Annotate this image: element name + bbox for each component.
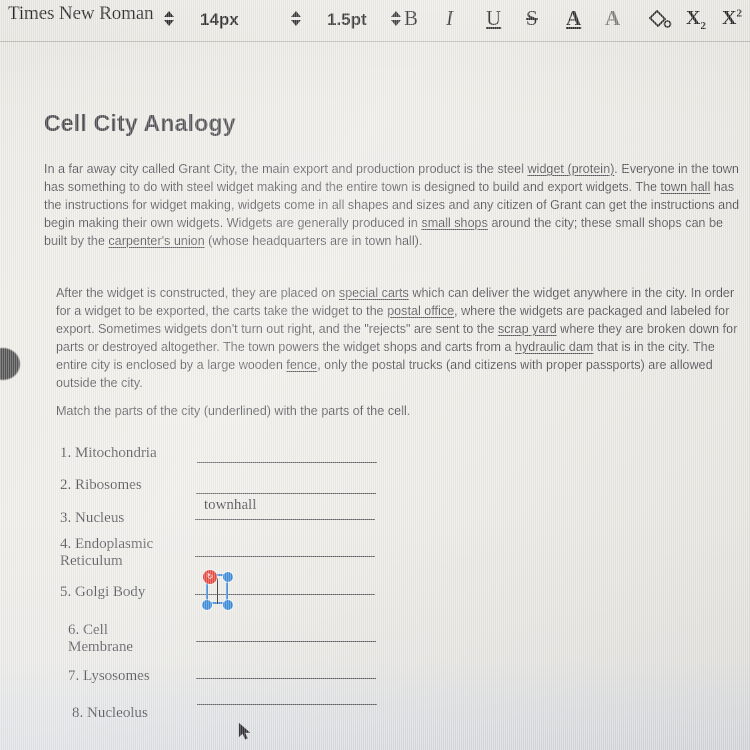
p2-underlined-scrap-yard: scrap yard	[497, 322, 557, 336]
chevron-up-icon	[390, 10, 401, 17]
list-item-7: 7. Lysosomes	[68, 668, 150, 684]
chevron-up-icon	[290, 10, 301, 17]
answer-text-3[interactable]: townhall	[204, 497, 257, 514]
p1-text-a: In a far away city called Grant City, th…	[44, 162, 528, 176]
chevron-down-icon	[290, 19, 301, 26]
superscript-index: 2	[736, 7, 742, 20]
selection-stem	[216, 578, 218, 604]
paragraph-2: After the widget is constructed, they ar…	[56, 284, 746, 392]
p1-underlined-carpenters-union: carpenter's union	[108, 234, 205, 248]
superscript-button[interactable]: X2	[722, 8, 742, 28]
italic-button[interactable]: I	[446, 8, 453, 29]
rotate-handle-icon[interactable]: ↻	[203, 570, 217, 584]
font-family-selector[interactable]: Times New Roman	[8, 3, 154, 25]
p2-text-a: After the widget is constructed, they ar…	[56, 286, 339, 300]
paragraph-1: In a far away city called Grant City, th…	[44, 160, 744, 250]
p1-underlined-widget-protein: widget (protein)	[527, 162, 615, 176]
subscript-x: X	[686, 7, 701, 29]
text-color-button[interactable]: A	[566, 8, 581, 29]
p2-underlined-postal-office: postal office	[387, 304, 455, 318]
font-size-stepper[interactable]	[290, 8, 301, 28]
line-spacing-stepper[interactable]	[390, 8, 401, 28]
answer-line-4[interactable]	[195, 556, 375, 557]
toolbar-divider	[0, 41, 750, 42]
answer-line-1[interactable]	[197, 462, 377, 463]
chevron-up-icon	[163, 10, 174, 17]
subscript-index: 2	[700, 20, 706, 32]
mouse-pointer	[238, 722, 252, 747]
highlight-color-button[interactable]: A	[605, 8, 620, 29]
chevron-down-icon	[390, 19, 401, 26]
resize-handle-bottom-left[interactable]	[202, 600, 212, 610]
p1-text-e: (whose headquarters are in town hall).	[204, 234, 423, 248]
document-editor-screenshot: Times New Roman 14px 1.5pt B I U S A A X…	[0, 0, 750, 750]
underline-button[interactable]: U	[486, 8, 501, 29]
paint-bucket-icon	[648, 9, 672, 28]
line-spacing-selector[interactable]: 1.5pt	[327, 10, 367, 30]
font-size-selector[interactable]: 14px	[200, 10, 239, 30]
list-item-5: 5. Golgi Body	[60, 584, 146, 600]
cursor-arrow-icon	[238, 722, 251, 740]
font-family-stepper[interactable]	[163, 8, 174, 28]
answer-line-8[interactable]	[197, 704, 377, 705]
screen-edge-smudge	[0, 348, 20, 380]
answer-line-6[interactable]	[196, 641, 376, 642]
list-item-6: 6. Cell Membrane	[68, 622, 133, 655]
answer-line-2[interactable]	[196, 493, 376, 494]
answer-line-7[interactable]	[196, 678, 376, 679]
list-item-1: 1. Mitochondria	[60, 445, 157, 461]
list-item-8: 8. Nucleolus	[72, 705, 148, 721]
p2-underlined-special-carts: special carts	[338, 286, 409, 300]
chevron-down-icon	[163, 19, 174, 26]
list-item-3: 3. Nucleus	[60, 510, 125, 526]
strikethrough-button[interactable]: S	[526, 8, 538, 29]
resize-handle-bottom-right[interactable]	[223, 600, 233, 610]
list-item-2: 2. Ribosomes	[60, 477, 142, 493]
p1-underlined-small-shops: small shops	[421, 216, 488, 230]
fill-color-button[interactable]	[646, 7, 672, 36]
formatting-toolbar: Times New Roman 14px 1.5pt B I U S A A X…	[0, 0, 750, 42]
answer-line-3[interactable]	[195, 519, 375, 520]
page-title: Cell City Analogy	[44, 110, 236, 136]
resize-handle-top-right[interactable]	[223, 572, 233, 582]
list-item-4: 4. Endoplasmic Reticulum	[60, 536, 154, 569]
text-box-selection-handles[interactable]: ↻	[200, 562, 240, 614]
superscript-x: X	[722, 7, 737, 29]
p2-underlined-hydraulic-dam: hydraulic dam	[515, 340, 594, 354]
subscript-button[interactable]: X2	[686, 8, 706, 32]
p1-underlined-town-hall: town hall	[660, 180, 711, 194]
p2-underlined-fence: fence	[286, 358, 318, 372]
bold-button[interactable]: B	[404, 8, 418, 29]
rotate-glyph: ↻	[206, 572, 214, 581]
instruction-line: Match the parts of the city (underlined)…	[56, 404, 411, 418]
